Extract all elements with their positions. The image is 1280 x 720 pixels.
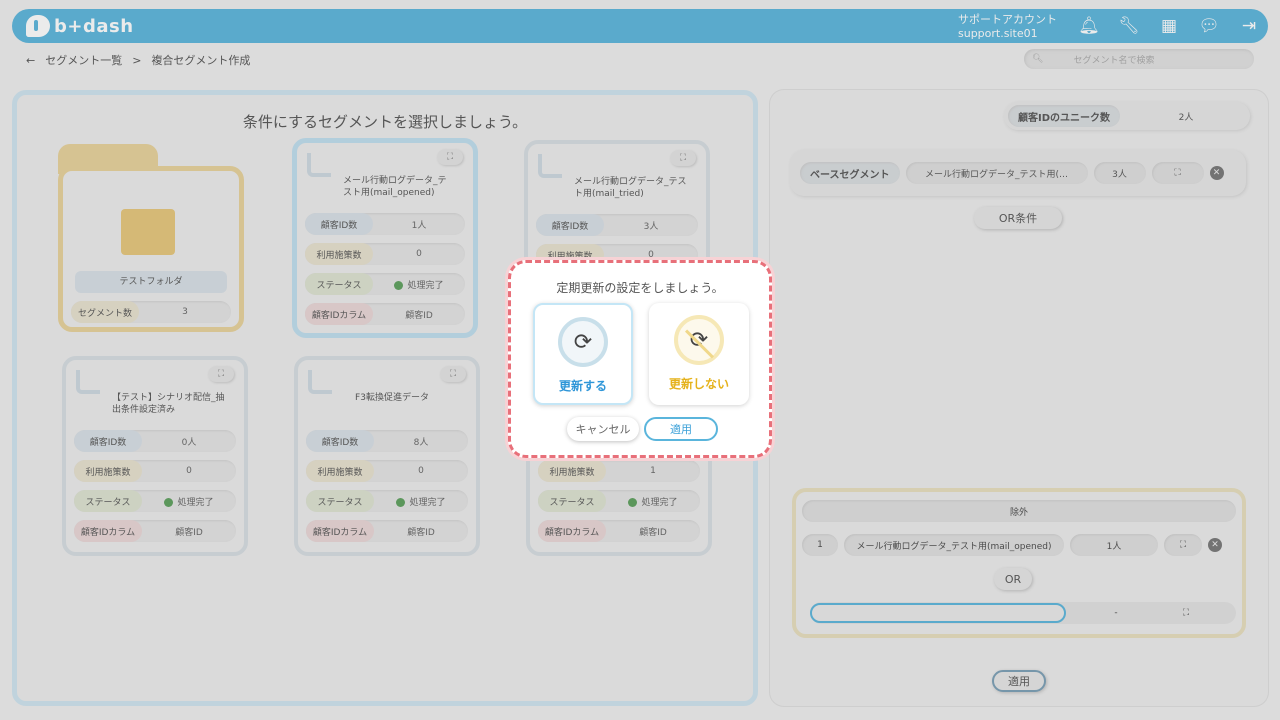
refresh-icon: ⟳: [558, 317, 608, 367]
modal-apply-button[interactable]: 適用: [644, 417, 718, 441]
update-option[interactable]: ⟳ 更新する: [533, 303, 633, 405]
modal-title: 定期更新の設定をしましょう。: [556, 281, 724, 295]
no-update-option[interactable]: ⟳ 更新しない: [649, 303, 749, 405]
update-setting-modal: 定期更新の設定をしましょう。 ⟳ 更新する ⟳ 更新しない キャンセル 適用: [508, 260, 772, 458]
no-update-label: 更新しない: [668, 377, 729, 391]
update-label: 更新する: [558, 379, 607, 393]
cancel-button[interactable]: キャンセル: [567, 417, 639, 441]
no-refresh-icon: ⟳: [674, 315, 724, 365]
